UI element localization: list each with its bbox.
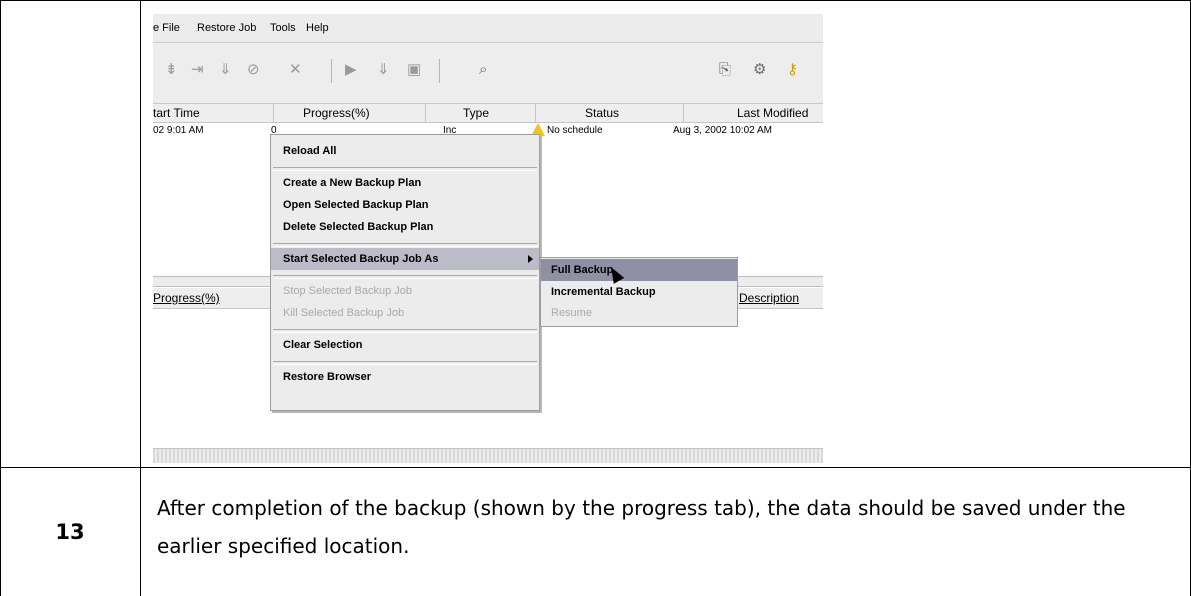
menu-item-create-plan[interactable]: Create a New Backup Plan [271,172,539,194]
cell-start-time: 02 9:01 AM [153,125,204,136]
column-separator [425,104,426,122]
toolbar-separator [331,59,332,83]
menu-item-clear-selection[interactable]: Clear Selection [271,334,539,356]
table-border-middle [140,0,141,596]
menu-item-open-plan[interactable]: Open Selected Backup Plan [271,194,539,216]
forward-step-icon[interactable]: ⇥ [191,60,204,80]
menu-item-stop-job[interactable]: Stop Selected Backup Job [271,280,539,302]
status-bar [153,448,823,463]
submenu-item-full-backup[interactable]: Full Backup [541,259,737,281]
terminal-icon[interactable]: ▣ [407,60,421,80]
download-icon[interactable]: ⇓ [219,60,232,80]
menu-separator [273,329,537,333]
menu-bar: e File Restore Job Tools Help [153,14,823,43]
menu-item-start-job-as-label: Start Selected Backup Job As [283,253,439,265]
menu-restore-job[interactable]: Restore Job [197,22,256,34]
column-separator [683,104,684,122]
menu-item-start-job-as[interactable]: Start Selected Backup Job As [271,248,539,270]
menu-item-restore-browser[interactable]: Restore Browser [271,366,539,388]
menu-separator [273,243,537,247]
submenu-item-resume[interactable]: Resume [541,302,737,324]
export-icon[interactable]: ⎘ [719,60,731,80]
column-status[interactable]: Status [585,106,619,120]
column-separator [535,104,536,122]
table-border-top [0,0,1191,1]
application-screenshot: e File Restore Job Tools Help ⇟ ⇥ ⇓ ⊘ ✕ … [153,14,823,466]
menu-tools[interactable]: Tools [270,22,296,34]
step-description: After completion of the backup (shown by… [157,496,1126,558]
table-row-divider [0,467,1191,468]
menu-item-delete-plan[interactable]: Delete Selected Backup Plan [271,216,539,238]
toolbar: ⇟ ⇥ ⇓ ⊘ ✕ ▶ ⇓ ▣ ⌕ ⎘ ⚙ ⚷ [153,43,823,104]
help-key-icon[interactable]: ⚷ [787,60,798,80]
step-number: 13 [55,520,85,544]
column-separator [273,104,274,122]
menu-separator [273,361,537,365]
tools-icon[interactable]: ⚙ [753,60,766,80]
menu-item-reload-all[interactable]: Reload All [271,140,539,162]
column-progress-lower[interactable]: Progress(%) [153,291,220,305]
menu-item-kill-job[interactable]: Kill Selected Backup Job [271,302,539,324]
browser-icon[interactable]: ⌕ [479,60,487,80]
toolbar-separator [439,59,440,83]
start-job-submenu: Full Backup Incremental Backup Resume [540,257,738,327]
column-last-modified[interactable]: Last Modified [737,106,808,120]
kill-job-icon[interactable]: ✕ [289,60,302,80]
submenu-item-incremental-backup[interactable]: Incremental Backup [541,281,737,303]
cell-status: No schedule [547,125,603,136]
cell-last-modified: Aug 3, 2002 10:02 AM [673,125,772,136]
menu-separator [273,167,537,171]
open-icon[interactable]: ⇟ [165,60,178,80]
stop-circle-icon[interactable]: ⊘ [247,60,260,80]
column-description[interactable]: Description [739,291,799,305]
submenu-arrow-icon [528,255,533,263]
menu-file[interactable]: e File [153,22,180,34]
column-start-time[interactable]: tart Time [153,106,200,120]
play-icon[interactable]: ▶ [345,60,357,80]
download-icon[interactable]: ⇓ [377,60,390,80]
context-menu: Reload All Create a New Backup Plan Open… [270,134,540,411]
column-progress[interactable]: Progress(%) [303,106,370,120]
backup-jobs-header: tart Time Progress(%) Type Status Last M… [153,104,823,123]
column-type[interactable]: Type [463,106,489,120]
menu-separator [273,275,537,279]
menu-help[interactable]: Help [306,22,329,34]
